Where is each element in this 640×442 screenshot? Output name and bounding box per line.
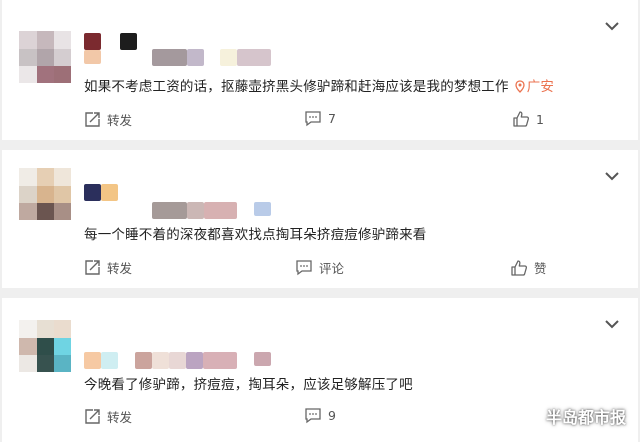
comment-text: 今晚看了修驴蹄，挤痘痘，掏耳朵，应该足够解压了吧 bbox=[84, 373, 413, 393]
avatar[interactable] bbox=[19, 31, 71, 83]
like-icon bbox=[511, 259, 528, 276]
repost-label: 转发 bbox=[107, 113, 133, 128]
like-icon bbox=[513, 111, 530, 127]
repost-button[interactable]: 转发 bbox=[84, 110, 132, 129]
newspaper-logo-icon bbox=[520, 406, 540, 426]
action-bar: 转发 评论 赞 bbox=[2, 258, 638, 280]
location-pin-icon bbox=[515, 80, 525, 93]
comment-count: 9 bbox=[328, 408, 336, 423]
repost-button[interactable]: 转发 bbox=[84, 258, 132, 277]
location-tag[interactable]: 广安 bbox=[515, 79, 554, 95]
comment-body: 如果不考虑工资的话，抠藤壶挤黑头修驴蹄和赶海应该是我的梦想工作 bbox=[84, 79, 509, 95]
watermark-label: 半岛都市报 bbox=[545, 408, 626, 427]
repost-button[interactable]: 转发 bbox=[84, 407, 132, 426]
comment-icon bbox=[305, 111, 321, 127]
like-count: 1 bbox=[536, 111, 544, 127]
like-label: 赞 bbox=[534, 261, 547, 276]
comment-button[interactable]: 9 bbox=[304, 407, 336, 424]
repost-label: 转发 bbox=[107, 410, 133, 425]
comment-text: 每一个睡不着的深夜都喜欢找点掏耳朵挤痘痘修驴蹄来看 bbox=[84, 223, 427, 243]
comment-card: 如果不考虑工资的话，抠藤壶挤黑头修驴蹄和赶海应该是我的梦想工作 广安 转发 7 1 bbox=[2, 0, 638, 140]
comment-body: 今晚看了修驴蹄，挤痘痘，掏耳朵，应该足够解压了吧 bbox=[84, 377, 413, 393]
comment-label: 评论 bbox=[319, 261, 345, 276]
chevron-down-icon[interactable] bbox=[604, 318, 620, 330]
comment-card: 每一个睡不着的深夜都喜欢找点掏耳朵挤痘痘修驴蹄来看 转发 评论 赞 bbox=[2, 150, 638, 288]
repost-icon bbox=[85, 260, 100, 275]
comment-count: 7 bbox=[328, 111, 336, 126]
comment-button[interactable]: 7 bbox=[304, 110, 336, 127]
chevron-down-icon[interactable] bbox=[604, 20, 620, 32]
comment-icon bbox=[305, 408, 321, 424]
comment-icon bbox=[296, 260, 312, 276]
avatar[interactable] bbox=[19, 168, 71, 220]
action-bar: 转发 7 1 bbox=[2, 110, 638, 132]
repost-icon bbox=[85, 409, 100, 424]
comment-button[interactable]: 评论 bbox=[295, 258, 344, 277]
chevron-down-icon[interactable] bbox=[604, 170, 620, 182]
like-button[interactable]: 赞 bbox=[510, 258, 547, 277]
repost-label: 转发 bbox=[107, 261, 133, 276]
comment-text: 如果不考虑工资的话，抠藤壶挤黑头修驴蹄和赶海应该是我的梦想工作 广安 bbox=[84, 75, 554, 95]
watermark: 半岛都市报 bbox=[520, 404, 626, 428]
comment-body: 每一个睡不着的深夜都喜欢找点掏耳朵挤痘痘修驴蹄来看 bbox=[84, 227, 427, 243]
like-button[interactable]: 1 bbox=[512, 110, 544, 128]
repost-icon bbox=[85, 112, 100, 127]
location-label: 广安 bbox=[526, 79, 555, 95]
avatar[interactable] bbox=[19, 320, 71, 372]
